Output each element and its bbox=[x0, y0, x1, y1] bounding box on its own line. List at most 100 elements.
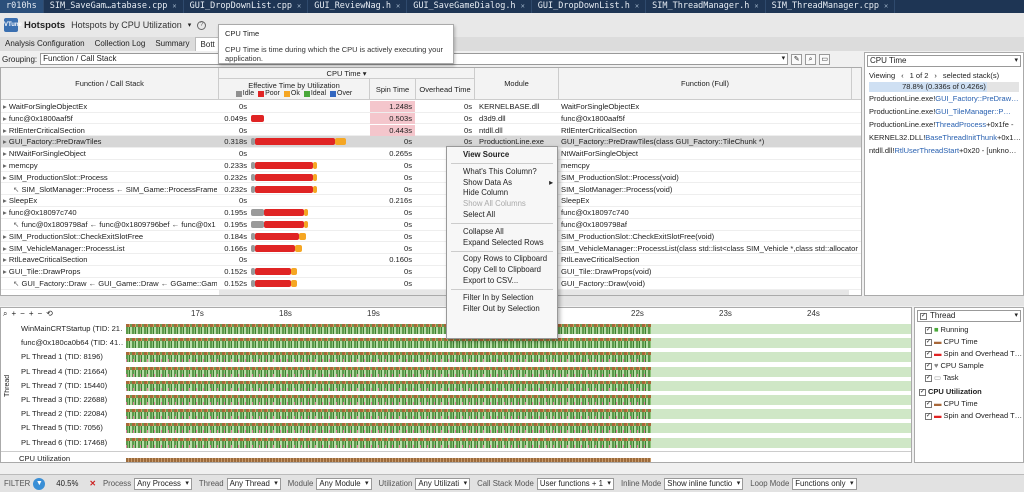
menu-item[interactable]: Collapse All bbox=[447, 227, 557, 238]
menu-item[interactable]: Export to CSV... bbox=[447, 276, 557, 287]
legend-checkbox[interactable]: ✓ bbox=[925, 350, 932, 358]
filter-select[interactable]: Show inline functio bbox=[664, 477, 744, 490]
close-icon[interactable]: ✕ bbox=[754, 0, 758, 13]
thread-lane[interactable] bbox=[126, 409, 911, 420]
stack-frame[interactable]: ProductionLine.exe!GUI_TileManager::P… bbox=[865, 105, 1023, 118]
menu-item[interactable]: Filter In by Selection bbox=[447, 293, 557, 304]
thread-lane[interactable] bbox=[126, 395, 911, 405]
filter-select[interactable]: Any Utilizati bbox=[415, 477, 471, 490]
legend-checkbox[interactable]: ✓ bbox=[925, 400, 932, 408]
menu-item[interactable]: Expand Selected Rows bbox=[447, 238, 557, 249]
filter-select[interactable]: Any Thread bbox=[226, 477, 281, 490]
table-row[interactable]: ▸ NtWaitForSingleObject0s0.265s0sntdll.d… bbox=[1, 148, 861, 160]
result-tab[interactable]: Bott bbox=[194, 37, 221, 51]
legend-entry[interactable]: ✓ ▬ CPU Time bbox=[915, 398, 1023, 410]
zoom-in-icon[interactable]: + bbox=[11, 309, 16, 320]
col-header-spin-time[interactable]: Spin Time bbox=[370, 79, 416, 100]
close-icon[interactable]: ✕ bbox=[521, 0, 525, 13]
filter-select[interactable]: Functions only bbox=[792, 477, 857, 490]
file-tab[interactable]: SIM_ThreadManager.h ✕ bbox=[646, 0, 766, 13]
legend-entry[interactable]: ✓ ▭ Task bbox=[915, 372, 1023, 384]
stack-frame[interactable]: ProductionLine.exe!GUI_Factory::PreDraw… bbox=[865, 92, 1023, 105]
legend-entry[interactable]: ✓ ♥ CPU Sample bbox=[915, 360, 1023, 372]
legend-select[interactable]: ✓ Thread bbox=[917, 310, 1021, 322]
file-tab[interactable]: GUI_DropDownList.cpp ✕ bbox=[184, 0, 309, 13]
stack-metric-select[interactable]: CPU Time bbox=[867, 55, 1021, 67]
thread-lane[interactable] bbox=[126, 352, 911, 363]
legend-entry[interactable]: ✓ ▬ Spin and Overhead T… bbox=[915, 410, 1023, 422]
legend-checkbox[interactable]: ✓ bbox=[925, 412, 932, 420]
legend-checkbox[interactable]: ✓ bbox=[925, 326, 932, 334]
menu-item[interactable]: Hide Column bbox=[447, 188, 557, 199]
grid-scrollbar[interactable] bbox=[852, 68, 861, 100]
zoom-fit-icon[interactable]: ⌕ bbox=[3, 309, 7, 320]
table-row[interactable]: ↖ SIM_SlotManager::Process ← SIM_Game::P… bbox=[1, 184, 861, 196]
table-row[interactable]: ▸ WaitForSingleObjectEx 0s 1.248s 0s KERNELB… bbox=[1, 101, 861, 113]
next-stack-icon[interactable]: › bbox=[934, 71, 937, 80]
table-row[interactable]: ▸ func@0x18097c7400.195s0s0sd3d9.dllfunc… bbox=[1, 207, 861, 219]
thread-row[interactable]: PL Thread 6 (TID: 17468) bbox=[1, 436, 911, 450]
menu-item[interactable]: Select All bbox=[447, 210, 557, 221]
clear-filter-icon[interactable]: ✕ bbox=[89, 479, 96, 488]
table-row[interactable]: ▸ SIM_ProductionSlot::Process0.232s0s0sP… bbox=[1, 172, 861, 184]
result-tab[interactable]: Collection Log bbox=[90, 37, 151, 51]
filter-select[interactable]: Any Module bbox=[316, 477, 372, 490]
file-tab[interactable]: SIM_ThreadManager.cpp ✕ bbox=[766, 0, 896, 13]
zoom-reset-icon[interactable]: ⟲ bbox=[46, 309, 53, 320]
table-row[interactable]: ▸ GUI_Tile::DrawProps0.152s0s0sProductio… bbox=[1, 266, 861, 278]
viewpoint-dropdown-icon[interactable]: ▾ bbox=[188, 21, 192, 29]
col-header-cpu-time[interactable]: CPU Time ▾ bbox=[219, 68, 475, 79]
thread-row[interactable]: PL Thread 3 (TID: 22688) bbox=[1, 393, 911, 407]
legend-entry[interactable]: ✓ ■ Running bbox=[915, 324, 1023, 336]
file-tab[interactable]: r010hs bbox=[0, 0, 44, 13]
legend-group-cpu-util[interactable]: ✓ CPU Utilization bbox=[915, 386, 1023, 398]
table-row[interactable]: ↖ GUI_Factory::Draw ← GUI_Game::Draw ← G… bbox=[1, 278, 861, 290]
close-icon[interactable]: ✕ bbox=[396, 0, 400, 13]
stack-frame[interactable]: KERNEL32.DLL!BaseThreadInitThunk+0x1… bbox=[865, 131, 1023, 144]
table-row[interactable]: ▸ SIM_ProductionSlot::CheckExitSlotFree 0… bbox=[1, 231, 861, 243]
table-row[interactable]: ▸ SleepEx0s0.216s0sKERNELBASE.dllSleepEx bbox=[1, 195, 861, 207]
legend-entry[interactable]: ✓ ▬ Spin and Overhead T… bbox=[915, 348, 1023, 360]
thread-lane[interactable] bbox=[126, 380, 911, 391]
close-icon[interactable]: ✕ bbox=[172, 0, 176, 13]
viewpoint-selector[interactable]: Hotspots by CPU Utilization bbox=[71, 20, 182, 30]
col-header-function-full[interactable]: Function (Full) bbox=[559, 68, 852, 100]
thread-lane[interactable] bbox=[126, 366, 911, 377]
table-row[interactable]: ↖ func@0x1809798af ← func@0x1809796bef ←… bbox=[1, 219, 861, 231]
table-row[interactable]: ▸ memcpy0.233s0s0svcruntime140.dllmemcpy bbox=[1, 160, 861, 172]
col-header-function-callstack[interactable]: Function / Call Stack bbox=[1, 68, 219, 100]
filter-select[interactable]: Any Process bbox=[134, 477, 192, 490]
table-row[interactable]: ▸ func@0x1800aaf5f 0.049s 0.503s 0s d3d9.dll… bbox=[1, 112, 861, 125]
zoom-out-icon[interactable]: − bbox=[20, 309, 25, 320]
table-row[interactable]: ▸ RtlEnterCriticalSection 0s 0.443s 0s ntdll… bbox=[1, 124, 861, 137]
legend-group-checkbox[interactable]: ✓ bbox=[920, 312, 927, 320]
legend-checkbox[interactable]: ✓ bbox=[925, 374, 932, 382]
close-icon[interactable]: ✕ bbox=[635, 0, 639, 13]
zoom-plus-icon[interactable]: + bbox=[29, 309, 34, 320]
thread-row[interactable]: PL Thread 2 (TID: 22084) bbox=[1, 407, 911, 421]
file-tab[interactable]: GUI_ReviewNag.h ✕ bbox=[308, 0, 408, 13]
thread-lane[interactable] bbox=[126, 437, 911, 448]
thread-row[interactable]: PL Thread 7 (TID: 15440) bbox=[1, 379, 911, 393]
result-tab[interactable]: Analysis Configuration bbox=[0, 37, 90, 51]
table-row[interactable]: ▸ RtlLeaveCriticalSection0s0.160s0sntdll… bbox=[1, 254, 861, 266]
thread-row[interactable]: PL Thread 5 (TID: 7056) bbox=[1, 421, 911, 435]
filter-select[interactable]: User functions + 1 bbox=[536, 477, 614, 490]
table-row[interactable]: ▸ GUI_Factory::PreDrawTiles 0.318s 0s 0s Pro… bbox=[1, 136, 861, 148]
legend-entry[interactable]: ✓ ▬ CPU Time bbox=[915, 336, 1023, 348]
col-header-overhead-time[interactable]: Overhead Time bbox=[416, 79, 475, 100]
thread-lane[interactable] bbox=[126, 338, 911, 349]
stack-frame[interactable]: ntdll.dll!RtlUserThreadStart+0x20 - [unk… bbox=[865, 144, 1023, 157]
close-icon[interactable]: ✕ bbox=[884, 0, 888, 13]
thread-row[interactable]: PL Thread 1 (TID: 8196) bbox=[1, 350, 911, 364]
menu-item[interactable]: Show Data As bbox=[447, 178, 557, 189]
prev-stack-icon[interactable]: ‹ bbox=[901, 71, 904, 80]
table-row[interactable]: ▸ SIM_VehicleManager::ProcessList 0.166s 0… bbox=[1, 243, 861, 255]
zoom-minus-icon[interactable]: − bbox=[38, 309, 43, 320]
legend-checkbox[interactable]: ✓ bbox=[925, 362, 932, 370]
customize-grouping-icon[interactable]: ✎ bbox=[791, 53, 803, 65]
menu-item[interactable]: Copy Cell to Clipboard bbox=[447, 265, 557, 276]
result-tab[interactable]: Summary bbox=[150, 37, 194, 51]
menu-item[interactable]: View Source bbox=[447, 150, 557, 161]
search-icon[interactable]: ⌕ bbox=[805, 53, 817, 65]
